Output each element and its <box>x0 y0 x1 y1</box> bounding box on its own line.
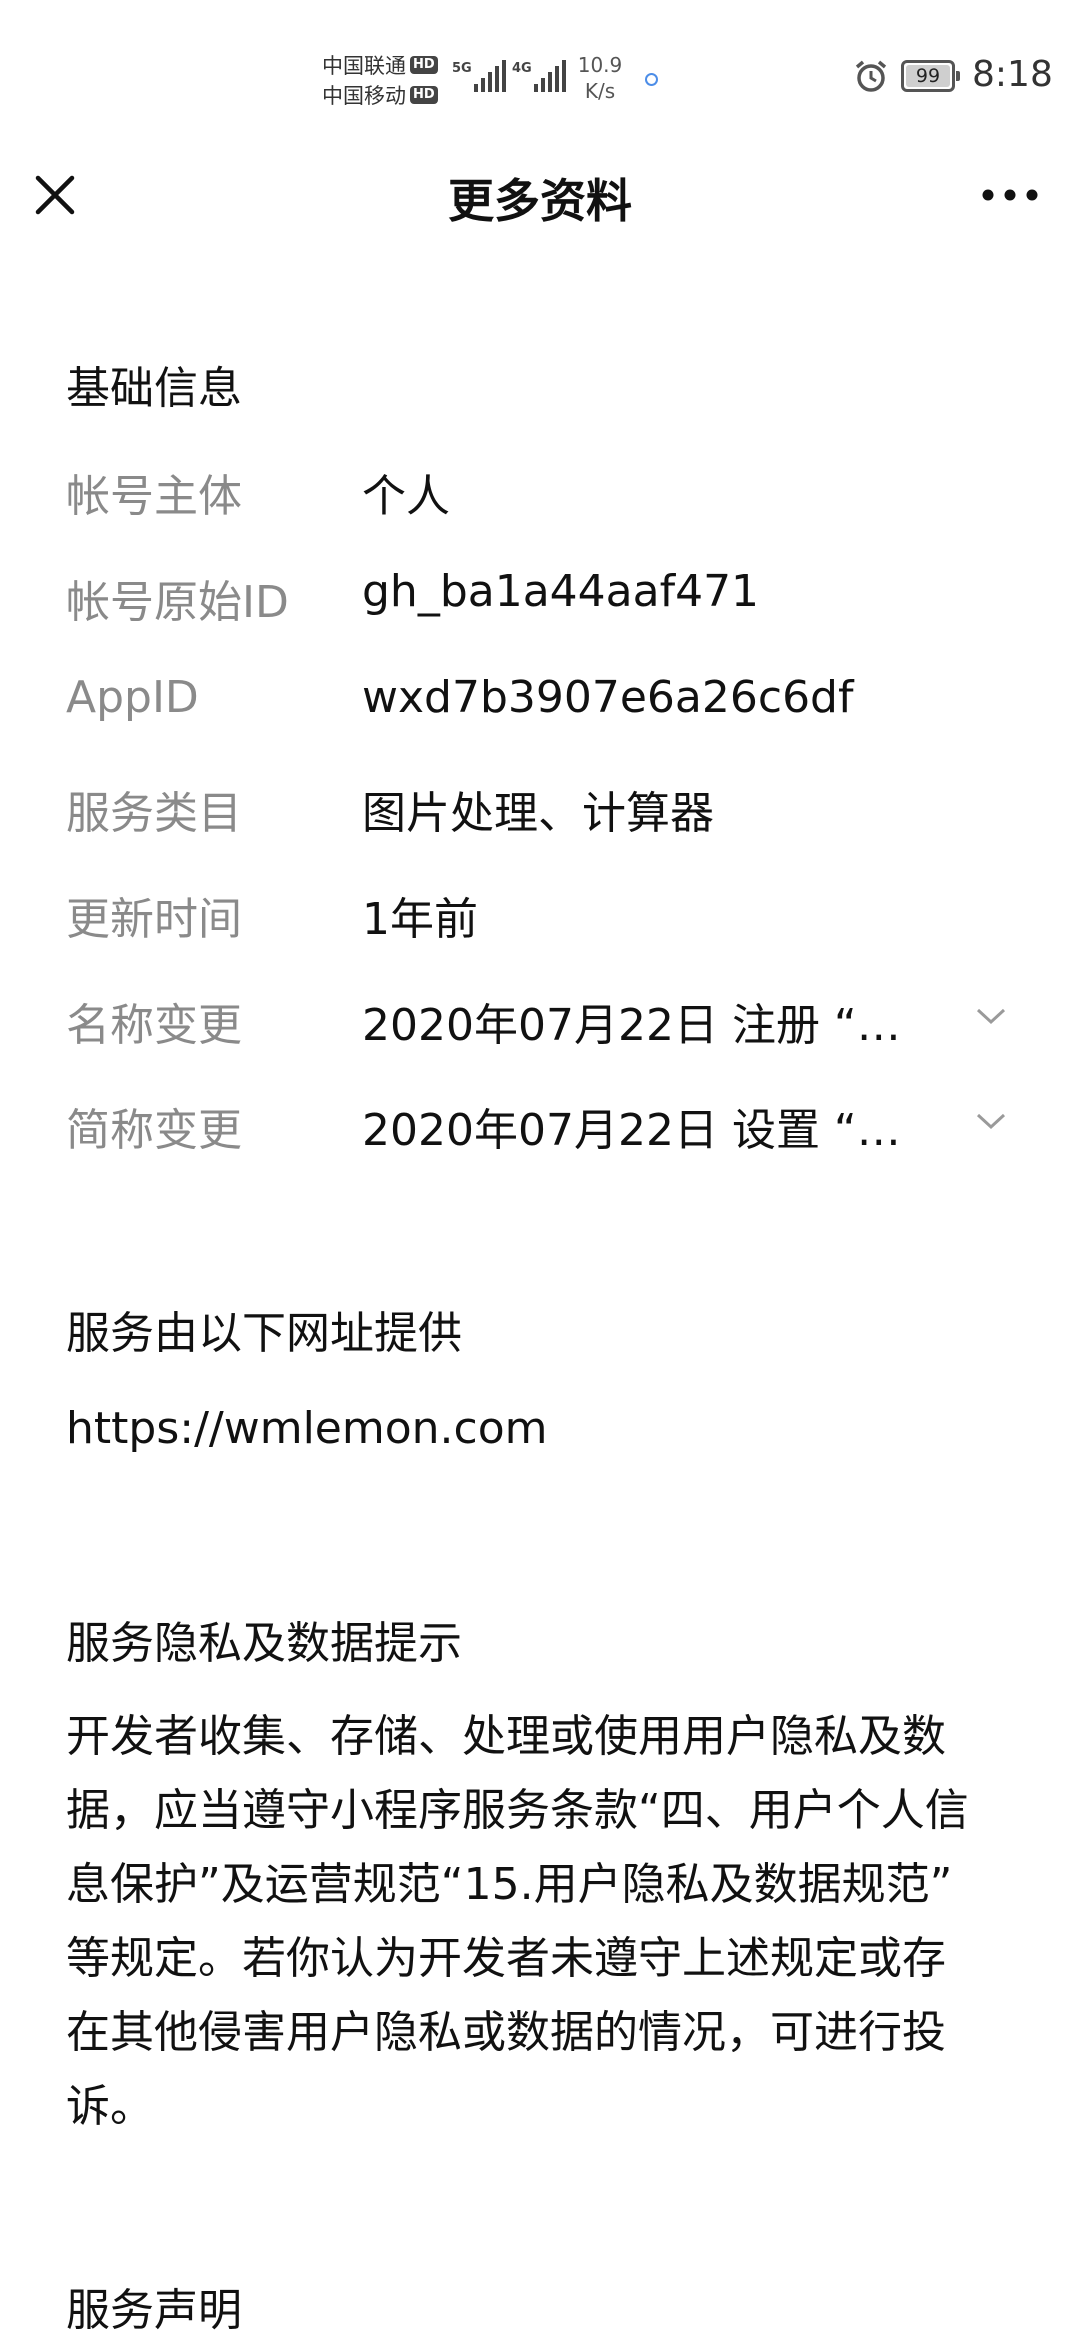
privacy-line: 息保护”及运营规范“15.用户隐私及数据规范” <box>66 1859 953 1910</box>
alarm-icon <box>855 60 887 92</box>
name-change-label: 名称变更 <box>66 1000 242 1051</box>
privacy-line: 据，应当遵守小程序服务条款“四、用户个人信 <box>66 1785 969 1836</box>
privacy-title: 服务隐私及数据提示 <box>66 1618 462 1669</box>
name-change-value[interactable]: 2020年07月22日 注册 “懒… <box>362 989 942 1053</box>
more-dots-icon[interactable] <box>980 180 1040 210</box>
signal-5g-icon: 5G <box>452 60 506 92</box>
page-title: 更多资料 <box>448 174 632 228</box>
carrier-row-2: 中国移动 HD <box>322 80 446 110</box>
signal-4g-icon: 4G <box>512 60 566 92</box>
service-category-value: 图片处理、计算器 <box>362 788 714 839</box>
account-subject-value: 个人 <box>362 471 450 522</box>
service-url: https://wmlemon.com <box>66 1403 548 1454</box>
status-bar: 中国联通 HD 中国移动 HD 5G 4G 10.9 K/s 99 8:18 <box>0 0 1080 150</box>
carrier-row-1: 中国联通 HD <box>322 50 446 80</box>
hd-badge: HD <box>410 56 438 74</box>
privacy-line: 在其他侵害用户隐私或数据的情况，可进行投 <box>66 2007 946 2058</box>
chevron-down-icon[interactable] <box>974 1004 1008 1028</box>
carrier-name-2: 中国移动 <box>322 84 406 108</box>
status-time: 8:18 <box>972 54 1053 95</box>
chevron-down-icon[interactable] <box>974 1109 1008 1133</box>
carrier-name-1: 中国联通 <box>322 54 406 78</box>
battery-level: 99 <box>915 65 941 87</box>
notification-dot-icon <box>645 73 658 86</box>
short-name-change-label: 简称变更 <box>66 1105 242 1156</box>
privacy-line: 开发者收集、存储、处理或使用用户隐私及数 <box>66 1711 946 1762</box>
signal-type-label: 5G <box>452 61 472 76</box>
statement-title: 服务声明 <box>66 2285 242 2336</box>
network-speed: 10.9 K/s <box>572 52 628 104</box>
privacy-line[interactable]: 诉。 <box>66 2070 1026 2144</box>
signal-type-label: 4G <box>512 61 532 76</box>
update-time-value: 1年前 <box>362 894 478 945</box>
appid-value: wxd7b3907e6a26c6df <box>362 672 854 723</box>
appid-label: AppID <box>66 672 199 723</box>
account-subject-label: 帐号主体 <box>66 471 242 522</box>
network-speed-unit: K/s <box>584 79 616 103</box>
original-id-label: 帐号原始ID <box>66 577 289 628</box>
update-time-label: 更新时间 <box>66 894 242 945</box>
original-id-value: gh_ba1a44aaf471 <box>362 566 760 617</box>
basic-info-title: 基础信息 <box>66 363 242 414</box>
carrier-info: 中国联通 HD 中国移动 HD <box>322 50 446 110</box>
privacy-text: 开发者收集、存储、处理或使用用户隐私及数 据，应当遵守小程序服务条款“四、用户个… <box>66 1700 1026 2144</box>
hd-badge: HD <box>410 86 438 104</box>
short-name-change-value[interactable]: 2020年07月22日 设置 “懒… <box>362 1094 942 1158</box>
service-category-label: 服务类目 <box>66 788 242 839</box>
network-speed-value: 10.9 <box>577 53 623 77</box>
battery-icon: 99 <box>901 60 960 92</box>
service-url-title: 服务由以下网址提供 <box>66 1308 462 1359</box>
privacy-line: 等规定。若你认为开发者未遵守上述规定或存 <box>66 1933 946 1984</box>
